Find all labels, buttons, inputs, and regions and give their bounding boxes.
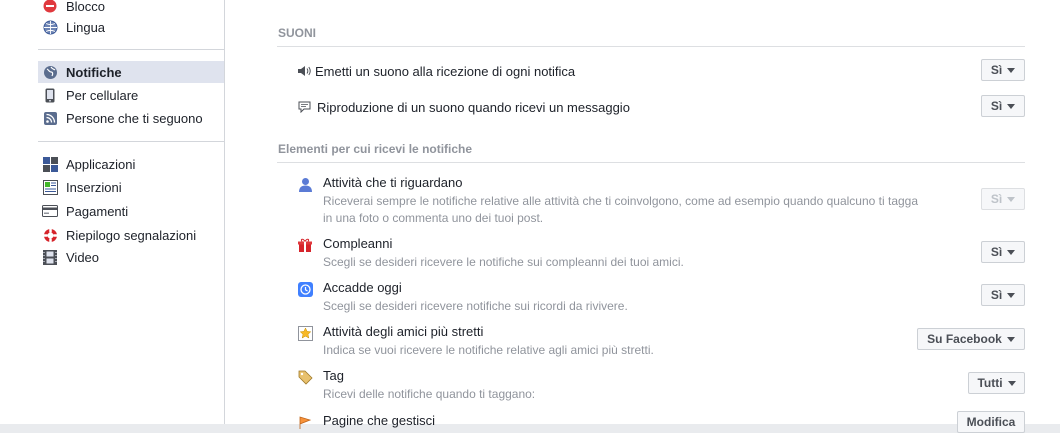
section-title-elements: Elementi per cui ricevi le notifiche (278, 142, 473, 156)
sidebar-item-riepilogo-segnalazioni[interactable]: Riepilogo segnalazioni (38, 224, 224, 246)
apps-icon (42, 156, 58, 172)
item-description: Scegli se desideri ricevere notifiche su… (323, 299, 628, 313)
caret-down-icon (1007, 103, 1016, 109)
globe-notification-icon (42, 64, 58, 80)
message-icon (297, 100, 311, 114)
film-icon (42, 249, 58, 265)
item-title: Compleanni (323, 236, 393, 251)
mobile-icon (42, 87, 58, 103)
sound-row-label: Emetti un suono alla ricezione di ogni n… (315, 63, 576, 79)
sidebar-item-persone-che-ti-seguono[interactable]: Persone che ti seguono (38, 107, 224, 129)
item-title: Attività che ti riguardano (323, 175, 463, 190)
notification-item-tag: Tag Ricevi delle notifiche quando ti tag… (297, 368, 937, 404)
select-value: Sì (990, 192, 1003, 206)
select-value: Sì (990, 99, 1003, 113)
sidebar-item-label: Pagamenti (66, 203, 129, 219)
sound-message-select[interactable]: Sì (981, 95, 1025, 117)
notification-item-compleanni: Compleanni Scegli se desideri ricevere l… (297, 236, 937, 272)
item-description: Indica se vuoi ricevere le notifiche rel… (323, 343, 654, 357)
caret-down-icon (1007, 292, 1016, 298)
star-icon (297, 325, 313, 341)
sidebar-item-lingua[interactable]: Lingua (38, 16, 224, 38)
sidebar-item-per-cellulare[interactable]: Per cellulare (38, 84, 224, 106)
sidebar-item-label: Inserzioni (66, 179, 122, 195)
tag-icon (297, 369, 313, 385)
item-title: Pagine che gestisci (323, 413, 436, 428)
sidebar-item-label: Lingua (66, 19, 106, 35)
accadde-oggi-select[interactable]: Sì (981, 284, 1025, 306)
item-description: Ricevi delle notifiche quando ti taggano… (323, 387, 536, 401)
sidebar-item-pagamenti[interactable]: Pagamenti (38, 200, 224, 222)
item-description: Riceverai sempre le notifiche relative a… (323, 194, 919, 225)
settings-sidebar: Blocco Lingua Notifiche Per cellulare Pe… (0, 0, 225, 424)
select-value: Su Facebook (927, 332, 1002, 346)
sidebar-item-label: Notifiche (66, 64, 122, 80)
pages-icon (297, 414, 313, 430)
select-value: Sì (990, 245, 1003, 259)
notification-item-amici-stretti: Attività degli amici più stretti Indica … (297, 324, 937, 360)
caret-down-icon (1007, 196, 1016, 202)
item-title: Tag (323, 368, 344, 383)
rss-icon (42, 110, 58, 126)
sidebar-item-notifiche[interactable]: Notifiche (38, 61, 224, 83)
notification-item-attivita: Attività che ti riguardano Riceverai sem… (297, 175, 937, 225)
section-title-sounds: SUONI (278, 26, 317, 40)
notification-item-accadde-oggi: Accadde oggi Scegli se desideri ricevere… (297, 280, 937, 316)
sidebar-divider (38, 141, 224, 142)
item-title: Attività degli amici più stretti (323, 324, 484, 339)
sidebar-item-label: Applicazioni (66, 156, 136, 172)
pagine-edit-button[interactable]: Modifica (957, 411, 1025, 433)
block-icon (42, 0, 58, 14)
notification-item-pagine: Pagine che gestisci (297, 413, 937, 433)
select-value: Tutti (977, 376, 1003, 390)
attivita-select: Sì (981, 188, 1025, 210)
sidebar-divider (38, 49, 224, 50)
lifebuoy-icon (42, 227, 58, 243)
sound-row-message: Riproduzione di un suono quando ricevi u… (297, 97, 630, 117)
notifications-settings-panel: SUONI Emetti un suono alla ricezione di … (225, 0, 1060, 433)
amici-stretti-select[interactable]: Su Facebook (917, 328, 1025, 350)
caret-down-icon (1006, 336, 1015, 342)
sidebar-item-label: Video (66, 249, 100, 265)
globe-icon (42, 19, 58, 35)
sidebar-item-label: Persone che ti seguono (66, 110, 203, 126)
button-label: Modifica (966, 415, 1016, 429)
select-value: Sì (990, 63, 1003, 77)
sidebar-item-label: Riepilogo segnalazioni (66, 227, 197, 243)
select-value: Sì (990, 288, 1003, 302)
caret-down-icon (1007, 380, 1016, 386)
section-divider (277, 162, 1025, 163)
credit-card-icon (42, 203, 58, 219)
sidebar-item-label: Blocco (66, 0, 106, 14)
section-divider (277, 46, 1025, 47)
sidebar-item-inserzioni[interactable]: Inserzioni (38, 176, 224, 198)
sidebar-item-label: Per cellulare (66, 87, 139, 103)
tag-select[interactable]: Tutti (968, 372, 1025, 394)
item-description: Scegli se desideri ricevere le notifiche… (323, 255, 684, 269)
person-icon (297, 176, 313, 192)
speaker-icon (297, 64, 311, 78)
sound-row-notification: Emetti un suono alla ricezione di ogni n… (297, 61, 575, 81)
sidebar-item-applicazioni[interactable]: Applicazioni (38, 153, 224, 175)
sound-notification-select[interactable]: Sì (981, 59, 1025, 81)
sound-row-label: Riproduzione di un suono quando ricevi u… (317, 99, 630, 115)
memories-icon (297, 281, 313, 297)
sidebar-item-video[interactable]: Video (38, 246, 224, 268)
gift-icon (297, 237, 313, 253)
ads-icon (42, 179, 58, 195)
item-title: Accadde oggi (323, 280, 402, 295)
caret-down-icon (1007, 67, 1016, 73)
caret-down-icon (1007, 249, 1016, 255)
sidebar-item-blocco[interactable]: Blocco (38, 0, 224, 17)
compleanni-select[interactable]: Sì (981, 241, 1025, 263)
